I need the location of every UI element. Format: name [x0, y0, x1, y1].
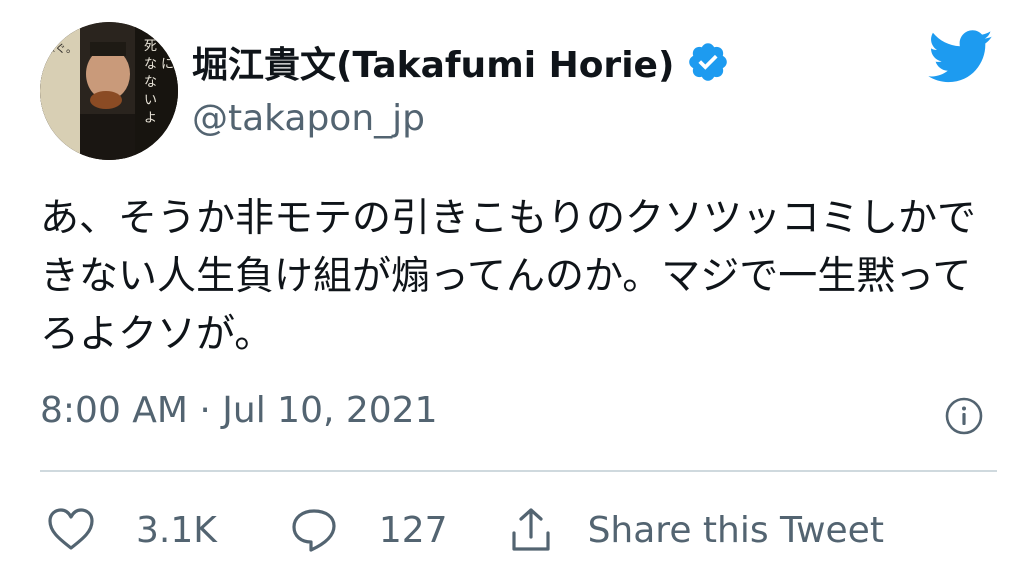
svg-text:な: な: [144, 75, 157, 90]
verified-badge-icon: [686, 40, 730, 84]
avatar[interactable]: 死 な な い よ う に 稼ぐ。: [40, 22, 178, 160]
reply-count: 127: [378, 509, 448, 551]
tweet-text-line: きない人生負け組が煽ってんのか。マジで一生黙って: [40, 254, 972, 299]
reply-button[interactable]: 127: [289, 505, 448, 555]
display-name[interactable]: 堀江貴文(Takafumi Horie): [192, 36, 674, 88]
svg-text:い: い: [144, 93, 157, 108]
user-handle[interactable]: @takapon_jp: [192, 98, 425, 139]
user-name-row[interactable]: 堀江貴文(Takafumi Horie): [192, 32, 730, 92]
share-icon: [511, 508, 550, 551]
info-icon[interactable]: [944, 396, 984, 436]
svg-text:稼ぐ。: 稼ぐ。: [44, 41, 77, 55]
like-button[interactable]: 3.1K: [46, 505, 217, 555]
tweet-text-line: ろよクソが。: [40, 312, 274, 357]
tweet-timestamp[interactable]: 8:00 AM · Jul 10, 2021: [40, 390, 438, 431]
divider: [40, 470, 997, 472]
tweet-text: あ、そうか非モテの引きこもりのクソツッコミしかで きない人生負け組が煽ってんのか…: [40, 190, 1000, 364]
tweet-text-line: あ、そうか非モテの引きこもりのクソツッコミしかで: [40, 196, 977, 241]
svg-text:よ: よ: [144, 111, 157, 126]
speech-bubble-icon: [292, 509, 336, 552]
heart-icon: [48, 508, 94, 550]
like-count: 3.1K: [136, 509, 217, 551]
book-cover-avatar-image: 死 な な い よ う に 稼ぐ。: [40, 22, 178, 160]
tweet-actions: 3.1K 127 Share this Tweet: [40, 500, 884, 560]
svg-text:う: う: [161, 39, 174, 54]
svg-text:な: な: [144, 57, 157, 72]
share-button[interactable]: Share this Tweet: [506, 505, 884, 555]
svg-text:に: に: [161, 57, 174, 72]
share-label: Share this Tweet: [587, 509, 884, 551]
twitter-bird-icon[interactable]: [928, 30, 994, 84]
svg-text:死: 死: [144, 39, 157, 54]
